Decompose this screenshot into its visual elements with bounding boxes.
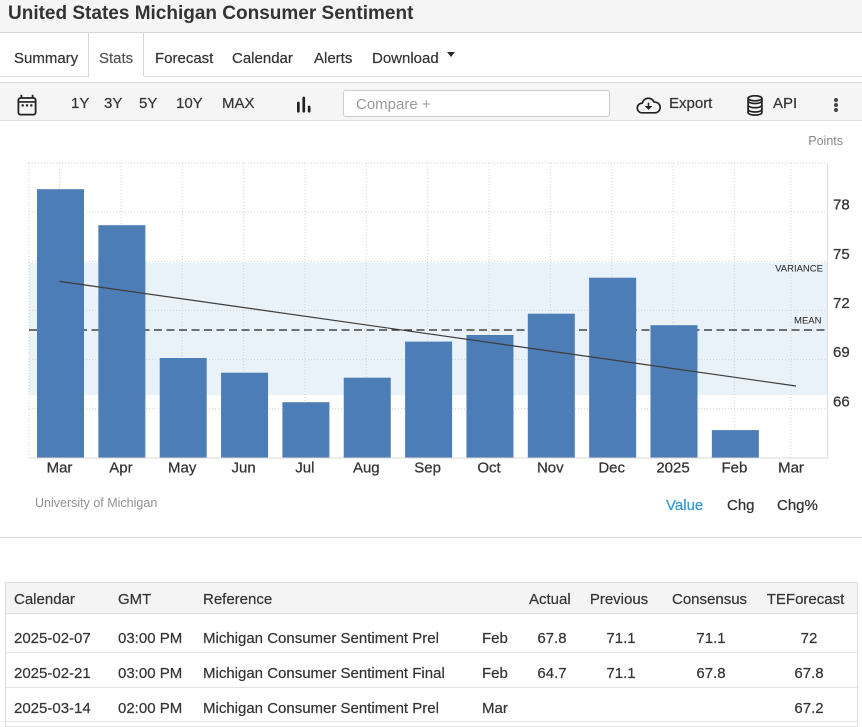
svg-text:Sep: Sep bbox=[414, 459, 441, 476]
svg-text:MEAN: MEAN bbox=[794, 316, 822, 327]
svg-text:Jul: Jul bbox=[295, 459, 314, 476]
svg-text:69: 69 bbox=[833, 344, 850, 361]
svg-text:Points: Points bbox=[808, 134, 843, 148]
svg-text:Value: Value bbox=[666, 497, 703, 514]
svg-text:May: May bbox=[168, 459, 197, 476]
svg-text:Dec: Dec bbox=[598, 459, 625, 476]
svg-text:Jun: Jun bbox=[232, 459, 256, 476]
svg-text:Mar: Mar bbox=[47, 459, 73, 476]
svg-text:University of Michigan: University of Michigan bbox=[35, 496, 157, 510]
svg-text:72: 72 bbox=[833, 295, 850, 312]
svg-text:Apr: Apr bbox=[109, 459, 132, 476]
svg-text:Chg: Chg bbox=[727, 497, 755, 514]
svg-text:75: 75 bbox=[833, 246, 850, 263]
svg-text:2025: 2025 bbox=[656, 459, 689, 476]
svg-text:Feb: Feb bbox=[721, 459, 747, 476]
svg-text:Aug: Aug bbox=[353, 459, 380, 476]
svg-text:Oct: Oct bbox=[477, 459, 501, 476]
svg-text:VARIANCE: VARIANCE bbox=[775, 264, 823, 275]
svg-text:78: 78 bbox=[833, 197, 850, 214]
svg-text:66: 66 bbox=[833, 393, 850, 410]
svg-text:Mar: Mar bbox=[778, 459, 804, 476]
svg-text:Nov: Nov bbox=[537, 459, 564, 476]
svg-text:Chg%: Chg% bbox=[777, 497, 818, 514]
